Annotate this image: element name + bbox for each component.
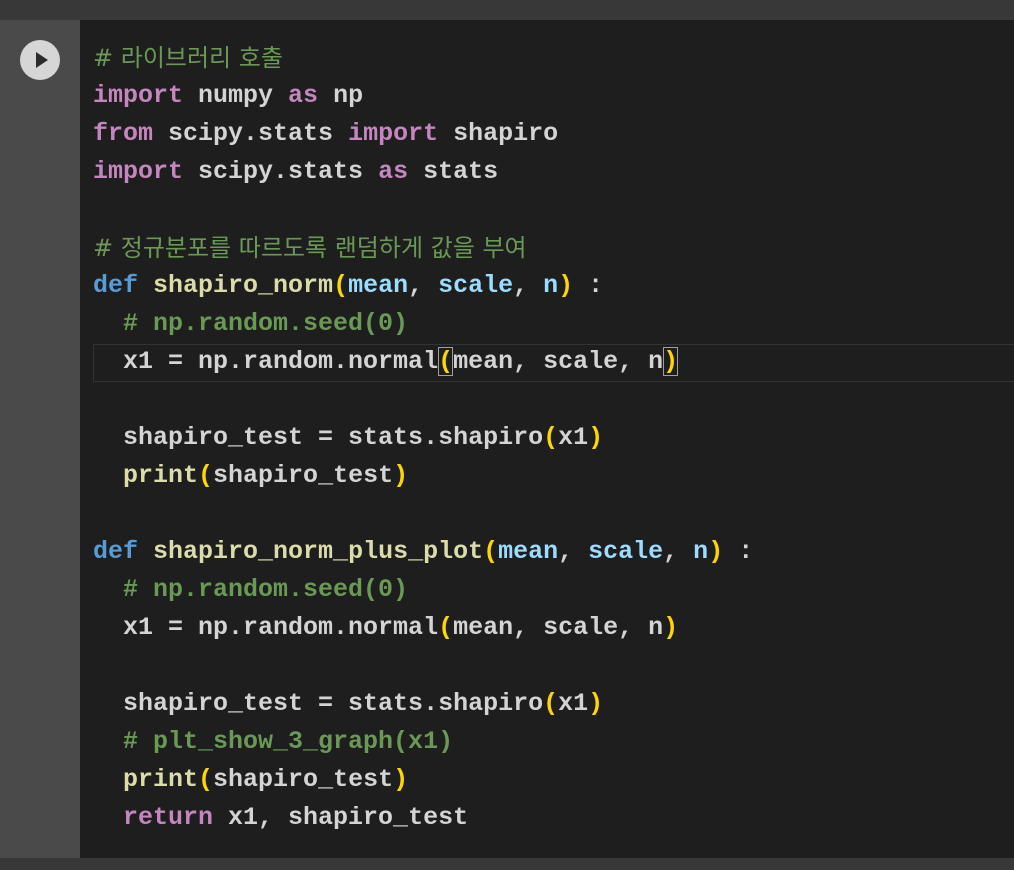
code-line-6: # 정규분포를 따르도록 랜덤하게 값을 부여 xyxy=(93,229,753,267)
paren: ) xyxy=(588,423,604,452)
paren: ( xyxy=(198,461,214,490)
statement: x1 = np.random.normal xyxy=(123,613,439,642)
parameter: n xyxy=(693,537,709,566)
paren: ( xyxy=(198,765,214,794)
code-line-14: def shapiro_norm_plus_plot(mean, scale, … xyxy=(93,533,753,571)
comma: , xyxy=(408,271,439,300)
keyword: import xyxy=(348,119,439,148)
run-cell-button[interactable] xyxy=(20,40,60,80)
code-line-8: # np.random.seed(0) xyxy=(93,305,753,343)
code-line-18: shapiro_test = stats.shapiro(x1) xyxy=(93,685,753,723)
parameter: n xyxy=(543,271,559,300)
paren: ( xyxy=(483,537,499,566)
matched-paren: ) xyxy=(663,347,679,376)
code-line-4: import scipy.stats as stats xyxy=(93,153,753,191)
alias-name: stats xyxy=(408,157,499,186)
module-name: numpy xyxy=(183,81,289,110)
parameter: scale xyxy=(588,537,664,566)
parameter: scale xyxy=(438,271,514,300)
paren: ) xyxy=(558,271,574,300)
keyword: as xyxy=(288,81,319,110)
code-line-2: import numpy as np xyxy=(93,77,753,115)
matched-paren: ( xyxy=(438,347,454,376)
code-editor[interactable]: # 라이브러리 호출 import numpy as np from scipy.s… xyxy=(80,20,1014,858)
bottom-bar xyxy=(0,858,1014,870)
arguments: mean, scale, n xyxy=(453,347,664,376)
arguments: x1 xyxy=(558,423,589,452)
paren: ) xyxy=(663,613,679,642)
arguments: shapiro_test xyxy=(213,461,394,490)
colon: : xyxy=(723,537,754,566)
keyword: import xyxy=(93,81,184,110)
play-icon xyxy=(36,52,48,68)
code-line-19: # plt_show_3_graph(x1) xyxy=(93,723,753,761)
import-name: shapiro xyxy=(438,119,559,148)
code-line-20: print(shapiro_test) xyxy=(93,761,753,799)
paren: ) xyxy=(393,765,409,794)
parameter: mean xyxy=(348,271,409,300)
module-name: scipy.stats xyxy=(183,157,379,186)
comment: # plt_show_3_graph(x1) xyxy=(123,727,454,756)
paren: ( xyxy=(543,423,559,452)
comment: # np.random.seed(0) xyxy=(123,575,409,604)
keyword: import xyxy=(93,157,184,186)
arguments: mean, scale, n xyxy=(453,613,664,642)
comment: # 라이브러리 호출 xyxy=(93,44,283,74)
comma: , xyxy=(663,537,694,566)
return-keyword: return xyxy=(123,803,214,832)
paren: ) xyxy=(393,461,409,490)
comment-text: # 정규분포를 따르도록 랜덤하게 값을 부여 xyxy=(93,234,527,262)
code-line-12: print(shapiro_test) xyxy=(93,457,753,495)
comment: # 정규분포를 따르도록 랜덤하게 값을 부여 xyxy=(93,234,527,264)
arguments: shapiro_test xyxy=(213,765,394,794)
alias-name: np xyxy=(318,81,364,110)
arguments: x1 xyxy=(558,689,589,718)
def-keyword: def xyxy=(93,271,139,300)
keyword: from xyxy=(93,119,154,148)
keyword: as xyxy=(378,157,409,186)
paren: ) xyxy=(708,537,724,566)
module-name: scipy.stats xyxy=(153,119,349,148)
code-line-15: # np.random.seed(0) xyxy=(93,571,753,609)
statement: shapiro_test = stats.shapiro xyxy=(123,423,544,452)
code-line-9: x1 = np.random.normal(mean, scale, n) xyxy=(93,343,753,381)
paren: ) xyxy=(588,689,604,718)
code-content[interactable]: # 라이브러리 호출 import numpy as np from scipy.s… xyxy=(93,39,753,837)
paren: ( xyxy=(333,271,349,300)
comma: , xyxy=(558,537,589,566)
builtin-function: print xyxy=(123,461,199,490)
code-line-16: x1 = np.random.normal(mean, scale, n) xyxy=(93,609,753,647)
return-values: x1, shapiro_test xyxy=(213,803,469,832)
colon: : xyxy=(573,271,604,300)
parameter: mean xyxy=(498,537,559,566)
paren: ( xyxy=(438,613,454,642)
statement: x1 = np.random.normal xyxy=(123,347,439,376)
code-line-21: return x1, shapiro_test xyxy=(93,799,753,837)
function-name: shapiro_norm_plus_plot xyxy=(153,537,484,566)
code-cell[interactable]: # 라이브러리 호출 import numpy as np from scipy.s… xyxy=(0,20,1014,858)
code-line-11: shapiro_test = stats.shapiro(x1) xyxy=(93,419,753,457)
comment-text: # 라이브러리 호출 xyxy=(93,44,283,72)
code-line-7: def shapiro_norm(mean, scale, n) : xyxy=(93,267,753,305)
code-line-1: # 라이브러리 호출 xyxy=(93,39,753,77)
def-keyword: def xyxy=(93,537,139,566)
cell-gutter xyxy=(0,20,80,858)
comment: # np.random.seed(0) xyxy=(123,309,409,338)
statement: shapiro_test = stats.shapiro xyxy=(123,689,544,718)
builtin-function: print xyxy=(123,765,199,794)
paren: ( xyxy=(543,689,559,718)
comma: , xyxy=(513,271,544,300)
function-name: shapiro_norm xyxy=(153,271,334,300)
code-line-3: from scipy.stats import shapiro xyxy=(93,115,753,153)
top-bar xyxy=(0,0,1014,20)
